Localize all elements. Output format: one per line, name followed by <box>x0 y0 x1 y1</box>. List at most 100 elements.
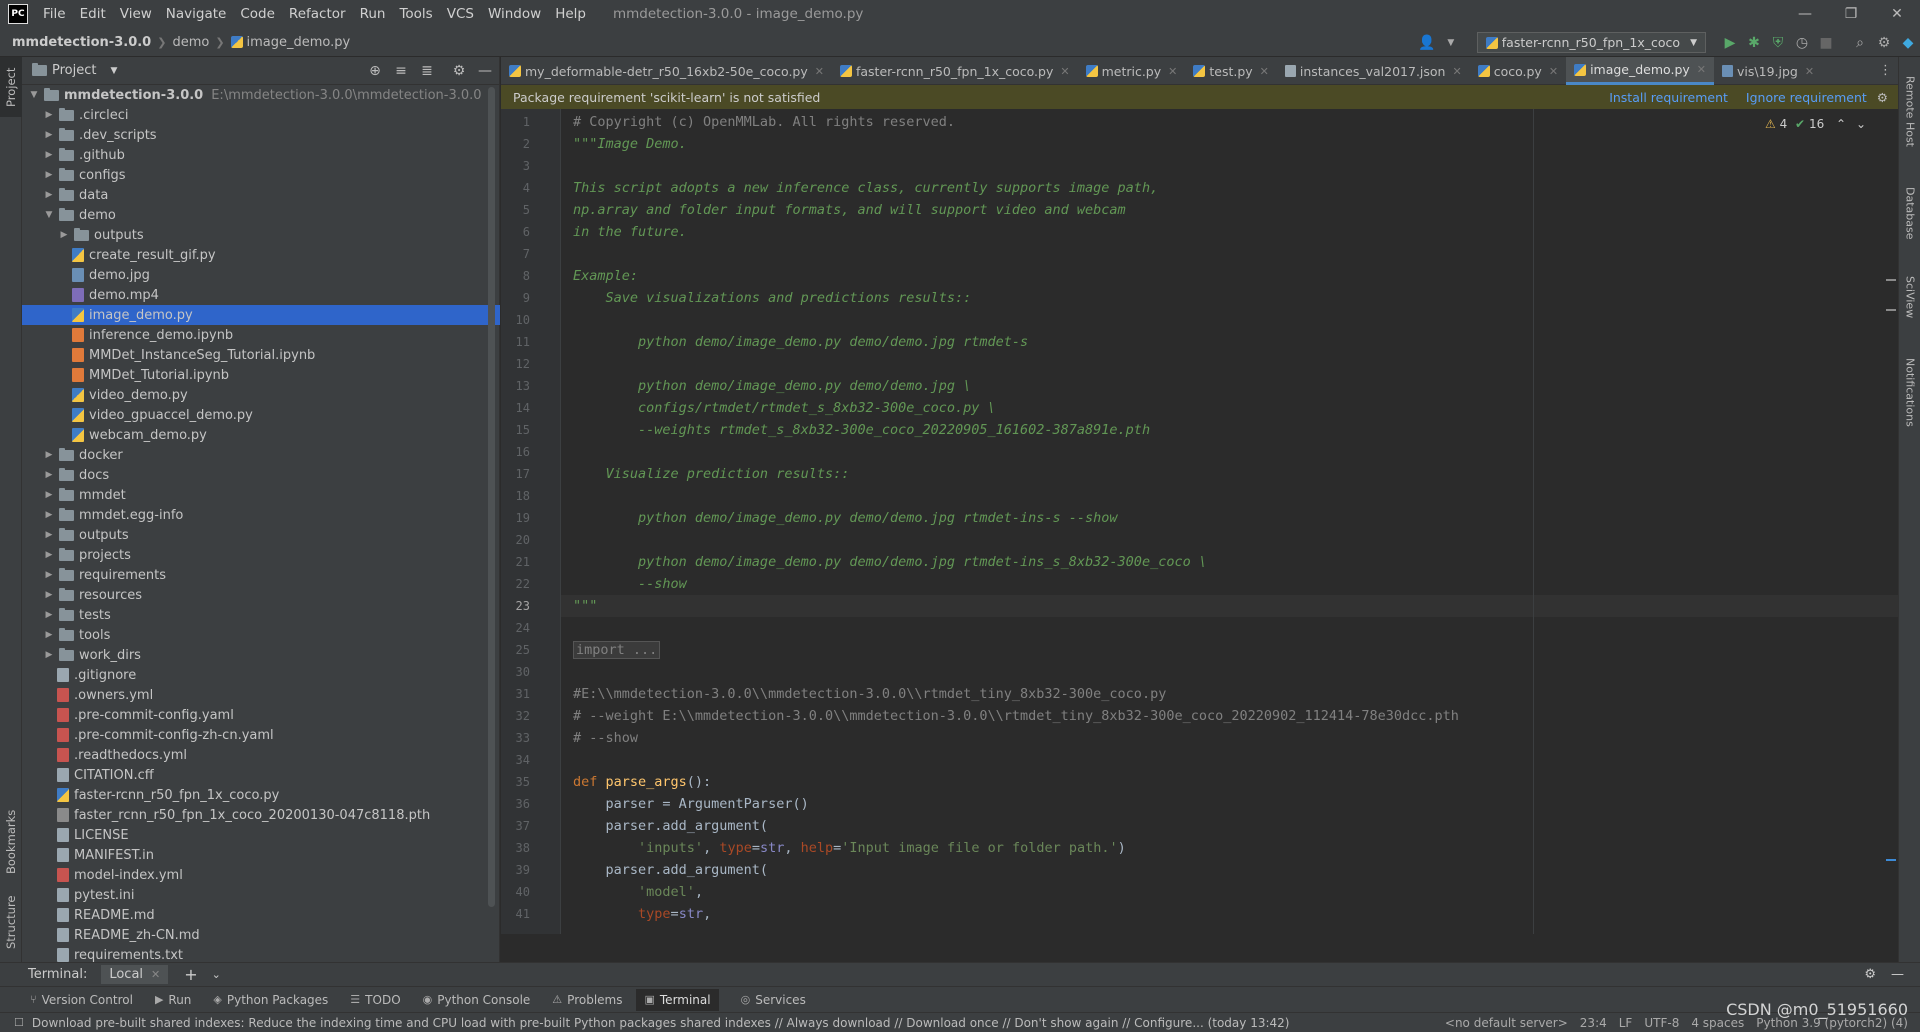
plus-icon[interactable]: + <box>184 965 197 984</box>
tree-file-row[interactable]: video_demo.py <box>22 385 500 405</box>
tree-file-row[interactable]: MMDet_Tutorial.ipynb <box>22 365 500 385</box>
close-icon[interactable]: ✕ <box>1452 65 1461 78</box>
tree-file-row[interactable]: faster-rcnn_r50_fpn_1x_coco.py <box>22 785 500 805</box>
tree-file-row[interactable]: MANIFEST.in <box>22 845 500 865</box>
menu-item-refactor[interactable]: Refactor <box>282 0 353 28</box>
chevron-right-icon[interactable]: ▶ <box>43 170 55 180</box>
chevron-right-icon[interactable]: ▶ <box>43 550 55 560</box>
tree-folder-row[interactable]: ▶ tools <box>22 625 500 645</box>
editor-tab[interactable]: image_demo.py ✕ <box>1566 57 1715 85</box>
editor-scrollbar[interactable] <box>1884 109 1898 934</box>
menu-item-view[interactable]: View <box>113 0 159 28</box>
sciview-tool-tab[interactable]: SciView <box>1899 262 1920 332</box>
tool-window-services[interactable]: ◎ Services <box>741 993 806 1007</box>
menu-item-help[interactable]: Help <box>548 0 593 28</box>
chevron-right-icon[interactable]: ▶ <box>43 610 55 620</box>
debug-icon[interactable]: ✱ <box>1742 35 1766 51</box>
tree-file-row[interactable]: video_gpuaccel_demo.py <box>22 405 500 425</box>
chevron-right-icon[interactable]: ▶ <box>43 630 55 640</box>
more-tabs-icon[interactable]: ⋮ <box>1879 57 1892 85</box>
structure-tool-tab[interactable]: Structure <box>0 887 22 957</box>
hide-icon[interactable]: — <box>472 57 498 85</box>
chevron-right-icon[interactable]: ▶ <box>43 490 55 500</box>
minimize-icon[interactable]: — <box>1782 0 1828 28</box>
inspection-widget[interactable]: ⚠ 4 ✔ 16 ⌃ ⌄ <box>1765 117 1866 131</box>
tree-folder-row[interactable]: ▶ projects <box>22 545 500 565</box>
editor-tab[interactable]: faster-rcnn_r50_fpn_1x_coco.py ✕ <box>832 57 1078 85</box>
search-icon[interactable]: ⌕ <box>1848 35 1872 51</box>
tree-file-row[interactable]: .pre-commit-config.yaml <box>22 705 500 725</box>
tree-folder-row[interactable]: ▶ mmdet <box>22 485 500 505</box>
tree-file-row[interactable]: .gitignore <box>22 665 500 685</box>
close-icon[interactable]: ✕ <box>151 968 160 981</box>
chevron-down-icon[interactable]: ▼ <box>110 66 117 76</box>
tree-folder-row[interactable]: ▶ configs <box>22 165 500 185</box>
project-scrollbar[interactable] <box>488 87 495 907</box>
user-icon[interactable]: 👤 <box>1415 35 1439 51</box>
tree-folder-row[interactable]: ▶ docker <box>22 445 500 465</box>
chevron-down-icon[interactable]: ▼ <box>1439 38 1463 48</box>
tree-file-row[interactable]: README_zh-CN.md <box>22 925 500 945</box>
bookmarks-tool-tab[interactable]: Bookmarks <box>0 802 22 882</box>
chevron-down-icon[interactable]: ▼ <box>28 90 40 100</box>
install-requirement-link[interactable]: Install requirement <box>1609 90 1728 105</box>
file-encoding[interactable]: UTF-8 <box>1644 1016 1679 1030</box>
close-icon[interactable]: ✕ <box>1060 65 1069 78</box>
restore-icon[interactable]: ❐ <box>1828 0 1874 28</box>
tree-file-row[interactable]: webcam_demo.py <box>22 425 500 445</box>
tree-file-row[interactable]: inference_demo.ipynb <box>22 325 500 345</box>
tree-folder-row[interactable]: ▼ demo <box>22 205 500 225</box>
gear-icon[interactable]: ⚙ <box>1864 967 1876 982</box>
tree-folder-row[interactable]: ▶ .dev_scripts <box>22 125 500 145</box>
editor-tab[interactable]: instances_val2017.json ✕ <box>1277 57 1470 85</box>
tool-window-todo[interactable]: ☰ TODO <box>350 993 400 1007</box>
notifications-tool-tab[interactable]: Notifications <box>1899 342 1920 442</box>
tree-folder-row[interactable]: ▶ resources <box>22 585 500 605</box>
tree-file-row[interactable]: CITATION.cff <box>22 765 500 785</box>
chevron-up-icon[interactable]: ⌃ <box>1836 117 1846 131</box>
locate-icon[interactable]: ⊕ <box>362 57 388 85</box>
tree-file-row[interactable]: faster_rcnn_r50_fpn_1x_coco_20200130-047… <box>22 805 500 825</box>
chevron-right-icon[interactable]: ▶ <box>43 510 55 520</box>
chevron-right-icon[interactable]: ▶ <box>43 470 55 480</box>
editor-tab[interactable]: coco.py ✕ <box>1470 57 1566 85</box>
chevron-right-icon[interactable]: ▶ <box>43 530 55 540</box>
tree-file-row[interactable]: MMDet_InstanceSeg_Tutorial.ipynb <box>22 345 500 365</box>
tree-file-row[interactable]: .pre-commit-config-zh-cn.yaml <box>22 725 500 745</box>
menu-item-navigate[interactable]: Navigate <box>159 0 234 28</box>
menu-item-run[interactable]: Run <box>353 0 393 28</box>
remote-host-tool-tab[interactable]: Remote Host <box>1899 61 1920 161</box>
chevron-right-icon[interactable]: ▶ <box>43 110 55 120</box>
tree-file-row[interactable]: LICENSE <box>22 825 500 845</box>
menu-item-vcs[interactable]: VCS <box>440 0 481 28</box>
editor-tab[interactable]: vis\19.jpg ✕ <box>1714 57 1822 85</box>
tree-folder-row[interactable]: ▶ mmdet.egg-info <box>22 505 500 525</box>
tree-folder-row[interactable]: ▶ data <box>22 185 500 205</box>
database-tool-tab[interactable]: Database <box>1899 173 1920 253</box>
close-icon[interactable]: ✕ <box>1549 65 1558 78</box>
settings-icon[interactable]: ⚙ <box>1872 35 1896 51</box>
breadcrumb-project[interactable]: mmdetection-3.0.0 <box>12 35 151 50</box>
run-configuration-select[interactable]: faster-rcnn_r50_fpn_1x_coco ▼ <box>1476 32 1706 53</box>
expand-all-icon[interactable]: ≡ <box>388 57 414 85</box>
chevron-right-icon[interactable]: ▶ <box>43 130 55 140</box>
ignore-requirement-link[interactable]: Ignore requirement <box>1746 90 1867 105</box>
tool-window-python-packages[interactable]: ◈ Python Packages <box>213 993 328 1007</box>
tree-file-row[interactable]: demo.mp4 <box>22 285 500 305</box>
close-icon[interactable]: ✕ <box>1697 63 1706 76</box>
profile-icon[interactable]: ◷ <box>1790 35 1814 51</box>
tool-window-python-console[interactable]: ◉ Python Console <box>423 993 531 1007</box>
gear-icon[interactable]: ⚙ <box>446 57 472 85</box>
tree-folder-row[interactable]: ▶ outputs <box>22 525 500 545</box>
editor-tab[interactable]: metric.py ✕ <box>1078 57 1186 85</box>
editor-tab[interactable]: my_deformable-detr_r50_16xb2-50e_coco.py… <box>501 57 832 85</box>
tree-file-row[interactable]: README.md <box>22 905 500 925</box>
close-icon[interactable]: ✕ <box>1168 65 1177 78</box>
menu-item-file[interactable]: File <box>36 0 73 28</box>
tool-window-version-control[interactable]: ⑂ Version Control <box>30 993 133 1007</box>
close-icon[interactable]: ✕ <box>815 65 824 78</box>
chevron-down-icon[interactable]: ⌄ <box>1856 117 1866 131</box>
chevron-right-icon[interactable]: ▶ <box>58 230 70 240</box>
tree-folder-row[interactable]: ▶ requirements <box>22 565 500 585</box>
status-message[interactable]: Download pre-built shared indexes: Reduc… <box>32 1016 1290 1030</box>
